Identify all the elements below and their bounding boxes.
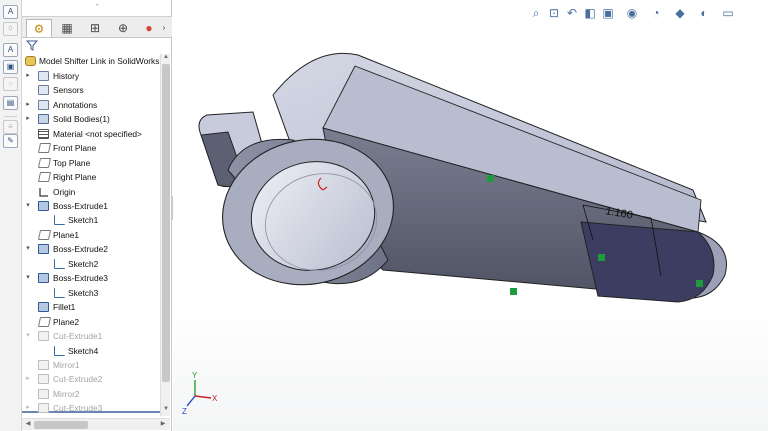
reference-tool-icon[interactable]: ◊ [3,22,18,36]
selection-handle[interactable] [696,280,703,287]
collapse-arrow-icon[interactable]: ▾ [24,242,32,256]
photo-tool-icon[interactable]: ▤ [3,96,18,110]
panel-grip-icon[interactable]: ⌃ [22,4,172,12]
cut-extrude-icon [38,403,49,413]
layer-tool-icon[interactable]: ≡ [3,120,18,134]
expand-arrow-icon[interactable]: ▸ [24,401,32,415]
panel-tab-bar: ⚙ ▦ ⊞ ⊕ ● › [22,16,172,38]
material-icon [38,129,49,139]
triad-z-label: Z [182,407,187,416]
cut-extrude-icon [38,331,49,341]
selection-handle[interactable] [598,254,605,261]
horizontal-scroll-thumb[interactable] [34,421,88,429]
plane-icon [37,317,52,327]
tab-feature-manager[interactable]: ⚙ [26,19,52,37]
triad-x-label: X [212,394,218,403]
scroll-left-icon[interactable]: ◀ [23,420,33,427]
expand-arrow-icon[interactable]: ▸ [24,112,32,126]
graphics-area[interactable]: ⌕ ⊡ ↶ ◧ ▣ ◉ ◔ ◆ ◐ ▭ 1.160 Y X Z [173,0,768,431]
tab-configuration-manager[interactable]: ⊞ [82,19,108,37]
selection-handle[interactable] [510,288,517,295]
tabs-overflow-icon[interactable]: › [158,19,170,37]
boss-extrude-icon [38,201,49,211]
feature-manager-panel: ⌃ ⚙ ▦ ⊞ ⊕ ● › Model Shifter Link in Soli… [22,0,172,431]
part-icon [25,56,36,66]
annotations-icon [38,100,49,110]
selected-end-face[interactable] [580,221,715,303]
settings-tool-icon[interactable]: ✎ [3,134,18,148]
sensors-icon [38,85,49,95]
feature-tree-vertical-scrollbar[interactable]: ▲ ▼ [160,54,170,416]
cut-extrude-icon [38,374,49,384]
expand-arrow-icon[interactable]: ▸ [24,98,32,112]
command-tool-strip: A ◊ A ▣ ○ ▤ ≡ ✎ [0,0,22,431]
boss-extrude-icon [38,273,49,283]
reference-triad: Y X Z [182,371,218,416]
collapse-arrow-icon[interactable]: ▾ [24,199,32,213]
triad-y-label: Y [192,371,198,380]
expand-arrow-icon[interactable]: ▸ [24,69,32,83]
selection-handle[interactable] [487,175,494,182]
vertical-scroll-thumb[interactable] [162,64,170,382]
filter-icon[interactable] [26,40,38,51]
plane-icon [37,230,52,240]
solid-bodies-icon [38,114,49,124]
plane-icon [37,172,52,182]
feature-tree-horizontal-scrollbar[interactable]: ◀ ▶ [22,418,170,430]
sketch-icon [54,259,65,269]
image-tool-icon[interactable]: ▣ [3,60,18,74]
history-icon [38,71,49,81]
mirror-icon [38,360,49,370]
model-canvas[interactable]: 1.160 Y X Z [173,0,768,431]
mirror-icon [38,389,49,399]
expand-arrow-icon[interactable]: ▸ [24,372,32,386]
sketch-icon [54,288,65,298]
origin-icon [39,188,48,197]
plane-icon [37,158,52,168]
collapse-arrow-icon[interactable]: ▾ [24,329,32,343]
boss-extrude-icon [38,244,49,254]
fillet-icon [38,302,49,312]
scroll-right-icon[interactable]: ▶ [158,420,168,427]
text-tool-icon[interactable]: A [3,5,18,19]
plane-icon [37,143,52,153]
shifter-link-model[interactable] [198,52,727,303]
tab-property-manager[interactable]: ▦ [54,19,80,37]
note-tool-icon[interactable]: A [3,43,18,57]
sketch-icon [54,215,65,225]
tab-dimxpert-manager[interactable]: ⊕ [110,19,136,37]
balloon-tool-icon[interactable]: ○ [3,77,18,91]
scroll-down-icon[interactable]: ▼ [161,406,171,412]
scroll-up-icon[interactable]: ▲ [161,54,171,60]
feature-tree: Model Shifter Link in SolidWorks (D ▸ Hi… [22,54,160,419]
collapse-arrow-icon[interactable]: ▾ [24,271,32,285]
sketch-icon [54,346,65,356]
